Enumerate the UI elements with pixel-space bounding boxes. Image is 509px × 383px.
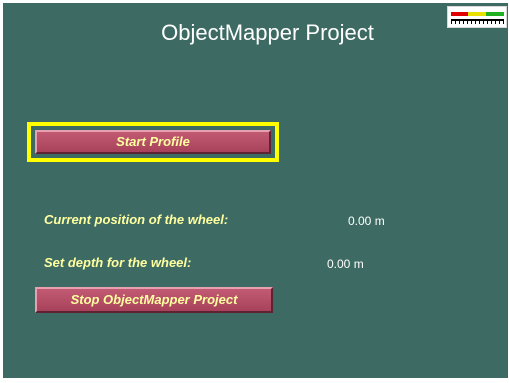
meter-green-segment bbox=[486, 12, 504, 16]
meter-red-segment bbox=[451, 12, 468, 16]
current-position-value: 0.00 m bbox=[348, 214, 385, 228]
page-title: ObjectMapper Project bbox=[161, 20, 374, 45]
set-depth-label: Set depth for the wheel: bbox=[44, 255, 192, 270]
signal-level-meter-icon bbox=[447, 6, 507, 28]
current-position-label: Current position of the wheel: bbox=[44, 212, 229, 227]
set-depth-value: 0.00 m bbox=[327, 257, 364, 271]
meter-yellow-segment bbox=[468, 12, 486, 16]
meter-ticks bbox=[451, 21, 504, 24]
start-profile-button[interactable]: Start Profile bbox=[35, 130, 271, 154]
app-screen: ObjectMapper Project Start Profile Curre… bbox=[3, 3, 508, 378]
stop-project-button[interactable]: Stop ObjectMapper Project bbox=[35, 287, 273, 313]
